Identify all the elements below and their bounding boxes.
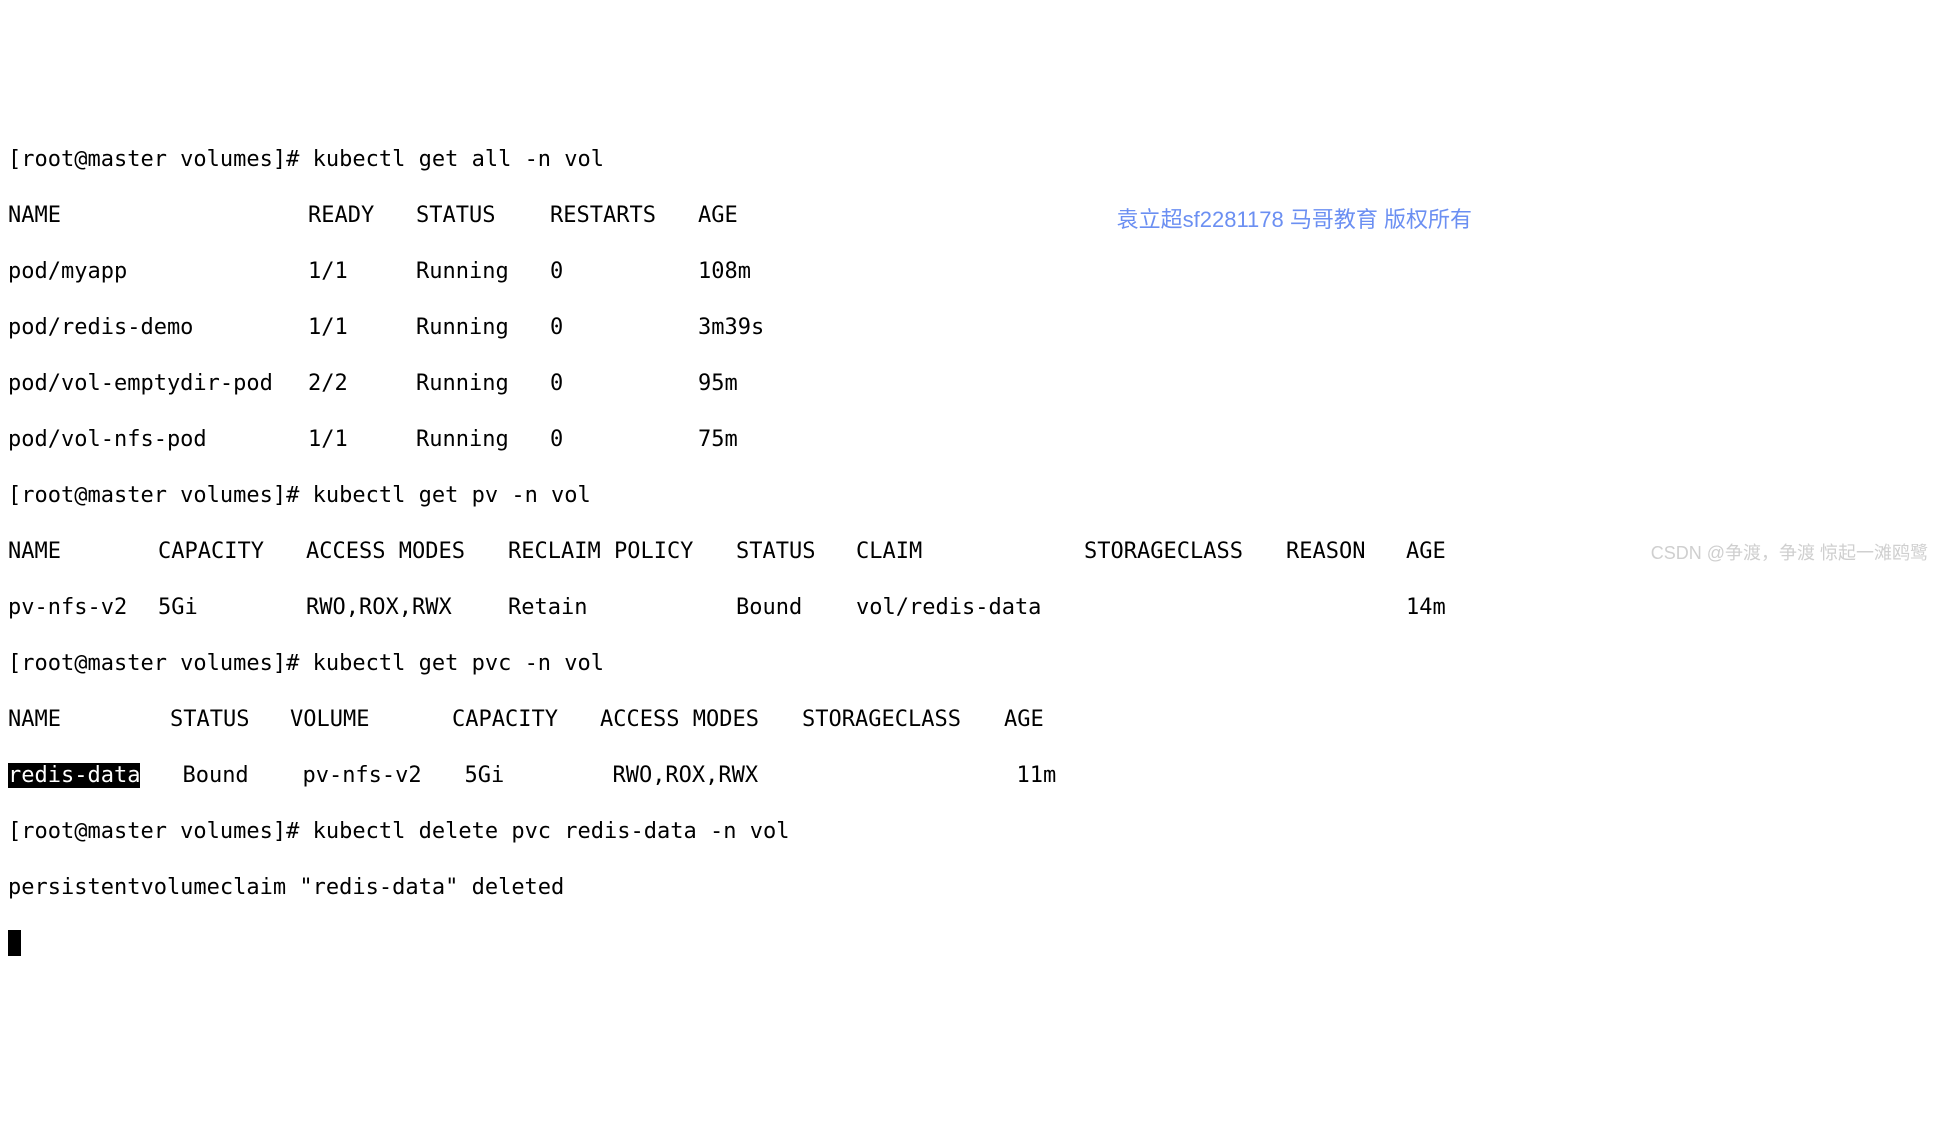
cmd-line-4: [root@master volumes]# kubectl delete pv… xyxy=(8,818,1930,846)
getpvc-header: NAMESTATUSVOLUMECAPACITYACCESS MODESSTOR… xyxy=(8,706,1930,734)
watermark-csdn: CSDN @争渡，争渡 惊起一滩鸥鹭 xyxy=(1651,539,1928,567)
getall-row: pod/vol-nfs-pod1/1Running075m xyxy=(8,426,1930,454)
cmd-line-3: [root@master volumes]# kubectl get pvc -… xyxy=(8,650,1930,678)
shell-command: kubectl get all -n vol xyxy=(313,147,604,172)
getall-row: pod/myapp1/1Running0108m xyxy=(8,258,1930,286)
shell-prompt: [root@master volumes]# xyxy=(8,147,313,172)
shell-command: kubectl get pv -n vol xyxy=(313,483,591,508)
getall-row: pod/redis-demo1/1Running03m39s xyxy=(8,314,1930,342)
shell-prompt: [root@master volumes]# xyxy=(8,651,313,676)
shell-command: kubectl delete pvc redis-data -n vol xyxy=(313,819,790,844)
shell-prompt: [root@master volumes]# xyxy=(8,483,313,508)
shell-prompt: [root@master volumes]# xyxy=(8,819,313,844)
delete-output: persistentvolumeclaim "redis-data" delet… xyxy=(8,874,1930,902)
terminal-cursor xyxy=(8,930,21,956)
getall-row: pod/vol-emptydir-pod2/2Running095m xyxy=(8,370,1930,398)
watermark-author: 袁立超sf2281178 马哥教育 版权所有 xyxy=(1117,206,1472,234)
pvc-name-highlighted: redis-data xyxy=(8,763,140,788)
getpv-header: NAMECAPACITYACCESS MODESRECLAIM POLICYST… xyxy=(8,538,1930,566)
shell-command: kubectl get pvc -n vol xyxy=(313,651,604,676)
getpv-row: pv-nfs-v25GiRWO,ROX,RWXRetainBoundvol/re… xyxy=(8,594,1930,622)
getpvc-row: redis-dataBoundpv-nfs-v25GiRWO,ROX,RWX11… xyxy=(8,762,1930,790)
cmd-line-1: [root@master volumes]# kubectl get all -… xyxy=(8,146,1930,174)
cmd-line-2: [root@master volumes]# kubectl get pv -n… xyxy=(8,482,1930,510)
terminal-output[interactable]: [root@master volumes]# kubectl get all -… xyxy=(8,118,1930,986)
getall-header: NAMEREADYSTATUSRESTARTSAGE xyxy=(8,202,1930,230)
